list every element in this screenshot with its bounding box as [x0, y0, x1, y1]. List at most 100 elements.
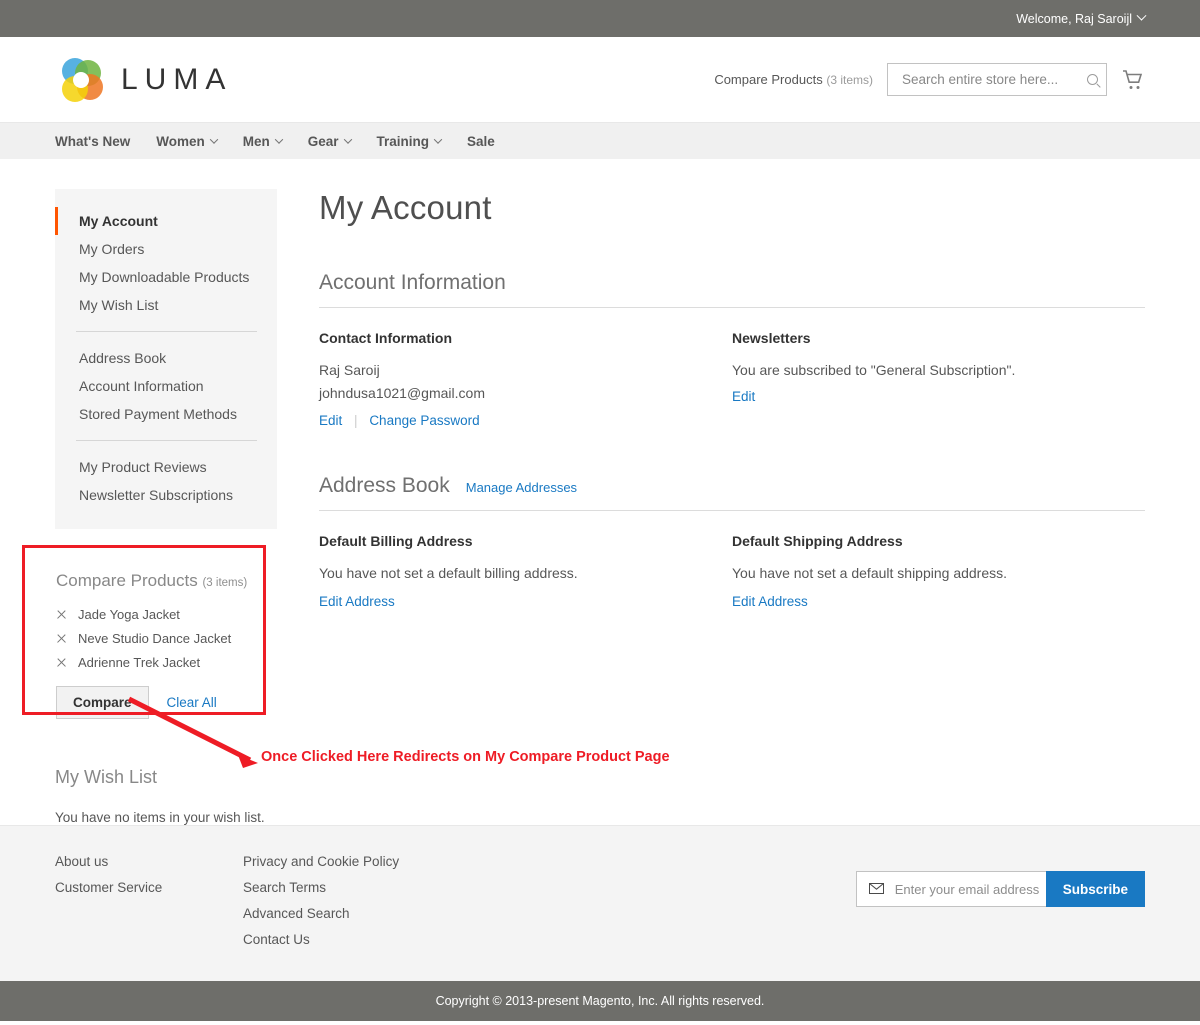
compare-products-title-label: Compare Products [56, 571, 198, 590]
contact-information-column: Contact Information Raj Saroij johndusa1… [319, 330, 732, 428]
sidebar-item-stored-payment-methods[interactable]: Stored Payment Methods [55, 400, 277, 428]
sidebar-item-my-downloadable-products[interactable]: My Downloadable Products [55, 263, 277, 291]
compare-products-header-label: Compare Products [714, 72, 823, 87]
nav-item-women[interactable]: Women [156, 133, 218, 149]
compare-products-header-link[interactable]: Compare Products (3 items) [714, 72, 873, 87]
list-item: Jade Yoga Jacket [56, 607, 277, 622]
sidebar-item-label: My Account [79, 213, 158, 229]
sidebar-item-account-information[interactable]: Account Information [55, 372, 277, 400]
action-separator: | [354, 412, 358, 428]
footer-link-advanced-search[interactable]: Advanced Search [243, 906, 399, 921]
nav-label: What's New [55, 133, 131, 149]
chevron-down-icon [343, 135, 352, 144]
search-icon[interactable] [1087, 74, 1098, 85]
sidebar-divider [76, 331, 257, 332]
clear-all-link[interactable]: Clear All [167, 695, 217, 710]
luma-logo-icon [55, 54, 107, 106]
main-navigation: What's New Women Men Gear Training Sale [0, 122, 1200, 159]
footer-link-privacy-and-cookie-policy[interactable]: Privacy and Cookie Policy [243, 854, 399, 869]
close-icon[interactable] [56, 657, 67, 668]
default-billing-address-message: You have not set a default billing addre… [319, 564, 578, 581]
newsletters-column: Newsletters You are subscribed to "Gener… [732, 330, 1145, 428]
contact-information-heading: Contact Information [319, 330, 452, 346]
nav-item-whats-new[interactable]: What's New [55, 134, 130, 149]
shopping-cart-icon[interactable] [1121, 68, 1145, 92]
page-body: My Account My Orders My Downloadable Pro… [0, 159, 1200, 825]
sidebar-item-label: Stored Payment Methods [79, 406, 237, 422]
compare-item-name[interactable]: Adrienne Trek Jacket [78, 655, 200, 670]
newsletter-input-wrap[interactable] [855, 871, 1073, 907]
search-box[interactable] [887, 63, 1107, 96]
page-title: My Account [319, 189, 492, 226]
default-billing-address-column: Default Billing Address You have not set… [319, 533, 732, 609]
contact-name: Raj Saroij [319, 362, 380, 378]
nav-item-gear[interactable]: Gear [307, 133, 352, 149]
footer-link-about-us[interactable]: About us [55, 854, 243, 869]
sidebar-item-label: My Downloadable Products [79, 269, 250, 285]
wish-list-block: My Wish List You have no items in your w… [55, 767, 277, 825]
compare-button[interactable]: Compare [56, 686, 149, 719]
edit-contact-link[interactable]: Edit [319, 413, 342, 428]
close-icon[interactable] [56, 633, 67, 644]
footer-link-customer-service[interactable]: Customer Service [55, 880, 243, 895]
newsletter-signup: Subscribe [855, 871, 1145, 907]
top-panel: Welcome, Raj Saroijl [0, 0, 1200, 37]
compare-products-title: Compare Products (3 items) [56, 571, 277, 591]
main-content: My Account Account Information Contact I… [277, 189, 1145, 609]
chevron-down-icon [433, 135, 443, 144]
sidebar-item-label: My Product Reviews [79, 459, 207, 475]
edit-newsletter-link[interactable]: Edit [732, 389, 755, 404]
address-book-columns: Default Billing Address You have not set… [319, 533, 1145, 609]
account-navigation: My Account My Orders My Downloadable Pro… [55, 189, 277, 529]
block-title-label: Account Information [319, 271, 506, 294]
sidebar-item-my-orders[interactable]: My Orders [55, 235, 277, 263]
nav-item-training[interactable]: Training [376, 133, 443, 149]
wish-list-empty-message: You have no items in your wish list. [55, 810, 265, 825]
close-icon[interactable] [56, 609, 67, 620]
nav-label: Women [156, 133, 205, 149]
default-shipping-address-column: Default Shipping Address You have not se… [732, 533, 1145, 609]
sidebar-item-my-wish-list[interactable]: My Wish List [55, 291, 277, 319]
search-input[interactable] [900, 71, 1083, 88]
site-header: LUMA Compare Products (3 items) [0, 37, 1200, 122]
sidebar-item-my-account[interactable]: My Account [55, 207, 277, 235]
compare-products-header-count: (3 items) [826, 73, 873, 87]
sidebar: My Account My Orders My Downloadable Pro… [55, 189, 277, 825]
logo-text: LUMA [121, 62, 233, 96]
edit-billing-address-link[interactable]: Edit Address [319, 594, 395, 609]
compare-item-name[interactable]: Neve Studio Dance Jacket [78, 631, 231, 646]
nav-item-sale[interactable]: Sale [467, 134, 495, 149]
contact-email: johndusa1021@gmail.com [319, 385, 485, 402]
nav-label: Training [376, 133, 430, 149]
default-shipping-address-heading: Default Shipping Address [732, 532, 903, 549]
logo[interactable]: LUMA [55, 54, 232, 106]
billing-address-actions: Edit Address [319, 593, 702, 609]
compare-item-name[interactable]: Jade Yoga Jacket [78, 607, 180, 622]
nav-item-men[interactable]: Men [242, 133, 283, 149]
chevron-down-icon [1136, 10, 1147, 21]
edit-shipping-address-link[interactable]: Edit Address [732, 594, 808, 609]
account-information-columns: Contact Information Raj Saroij johndusa1… [319, 330, 1145, 428]
sidebar-item-my-product-reviews[interactable]: My Product Reviews [55, 453, 277, 481]
newsletter-status: You are subscribed to "General Subscript… [732, 362, 1016, 378]
footer-link-contact-us[interactable]: Contact Us [243, 932, 399, 947]
nav-label: Sale [467, 133, 495, 149]
compare-products-count: (3 items) [202, 577, 248, 589]
nav-label: Men [242, 133, 270, 149]
compare-products-block: Compare Products (3 items) Jade Yoga Jac… [55, 571, 277, 719]
sidebar-item-label: My Orders [79, 241, 145, 257]
copyright-text: Copyright © 2013-present Magento, Inc. A… [435, 994, 765, 1008]
nav-label: Gear [307, 133, 339, 149]
change-password-link[interactable]: Change Password [369, 413, 479, 428]
envelope-icon [868, 881, 884, 897]
welcome-menu[interactable]: Welcome, Raj Saroijl [1016, 10, 1147, 26]
address-book-block-title: Address Book Manage Addresses [319, 474, 1145, 511]
manage-addresses-link[interactable]: Manage Addresses [466, 480, 577, 495]
compare-products-list: Jade Yoga Jacket Neve Studio Dance Jacke… [56, 607, 277, 670]
sidebar-item-address-book[interactable]: Address Book [55, 344, 277, 372]
footer-link-search-terms[interactable]: Search Terms [243, 880, 399, 895]
sidebar-item-newsletter-subscriptions[interactable]: Newsletter Subscriptions [55, 481, 277, 509]
account-information-block-title: Account Information [319, 271, 1145, 308]
subscribe-button[interactable]: Subscribe [1045, 871, 1145, 907]
